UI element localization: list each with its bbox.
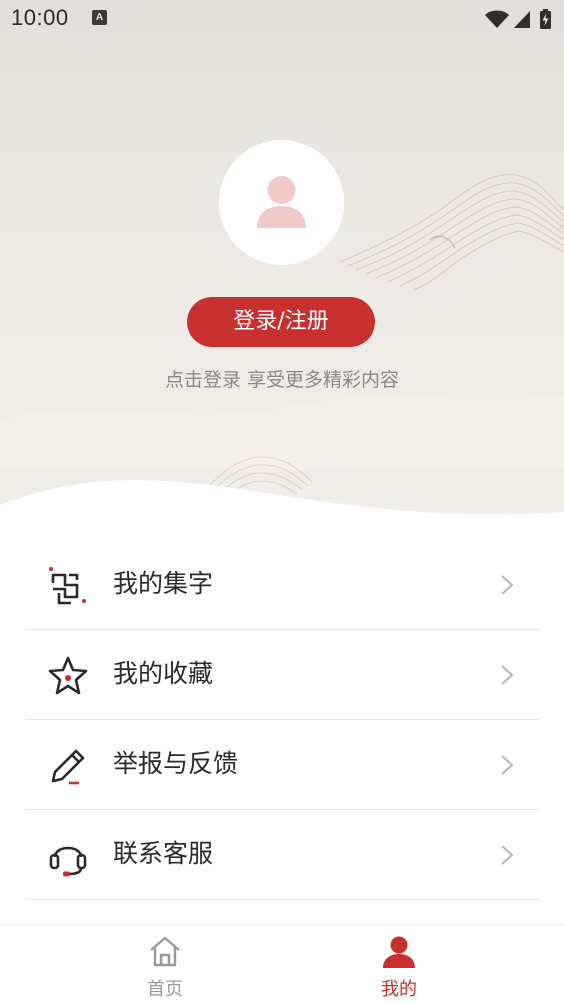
- status-time: 10:00: [11, 5, 69, 30]
- status-bar: 10:00 A: [0, 0, 564, 38]
- wifi-icon: [485, 10, 509, 28]
- chevron-right-icon: [501, 665, 514, 685]
- battery-icon: [540, 9, 551, 29]
- star-icon: [48, 656, 88, 695]
- notification-app-icon: A: [92, 10, 107, 25]
- menu-item-my-collected-characters[interactable]: 我的集字: [25, 540, 539, 630]
- chevron-right-icon: [501, 575, 514, 595]
- tab-mine[interactable]: 我的: [339, 925, 459, 1004]
- home-icon: [150, 936, 180, 967]
- chevron-right-icon: [501, 845, 514, 865]
- profile-menu-list: 我的集字 我的收藏 举报与反馈 联系客服: [25, 540, 539, 940]
- bottom-navigation-bar: 首页 我的: [0, 924, 564, 1004]
- pencil-icon: [51, 749, 85, 785]
- menu-item-customer-service[interactable]: 联系客服: [25, 810, 539, 900]
- menu-item-report-feedback[interactable]: 举报与反馈: [25, 720, 539, 810]
- signal-icon: [514, 11, 530, 28]
- tab-home-label: 首页: [147, 979, 183, 1000]
- chevron-right-icon: [501, 755, 514, 775]
- landscape-background-art: [0, 174, 564, 530]
- menu-item-label: 我的集字: [113, 569, 214, 598]
- headset-icon: [49, 846, 87, 877]
- login-register-button[interactable]: 登录/注册: [187, 297, 375, 347]
- menu-item-my-favorites[interactable]: 我的收藏: [25, 630, 539, 720]
- menu-item-label: 我的收藏: [113, 659, 214, 688]
- status-icons: [485, 9, 551, 29]
- profile-header-background: [0, 0, 564, 530]
- user-icon: [383, 936, 415, 968]
- menu-item-label: 联系客服: [113, 839, 214, 868]
- tab-mine-label: 我的: [381, 979, 417, 1000]
- user-icon: [257, 176, 306, 228]
- profile-screen: 10:00 A 登录/注册 点击登录 享受更多精彩内容 我的集字 我的收藏 举报…: [0, 0, 564, 1004]
- tab-home[interactable]: 首页: [105, 925, 225, 1004]
- login-hint-text: 点击登录 享受更多精彩内容: [164, 369, 400, 391]
- menu-item-label: 举报与反馈: [113, 749, 239, 778]
- collect-characters-icon: [49, 567, 86, 605]
- avatar[interactable]: [219, 140, 344, 265]
